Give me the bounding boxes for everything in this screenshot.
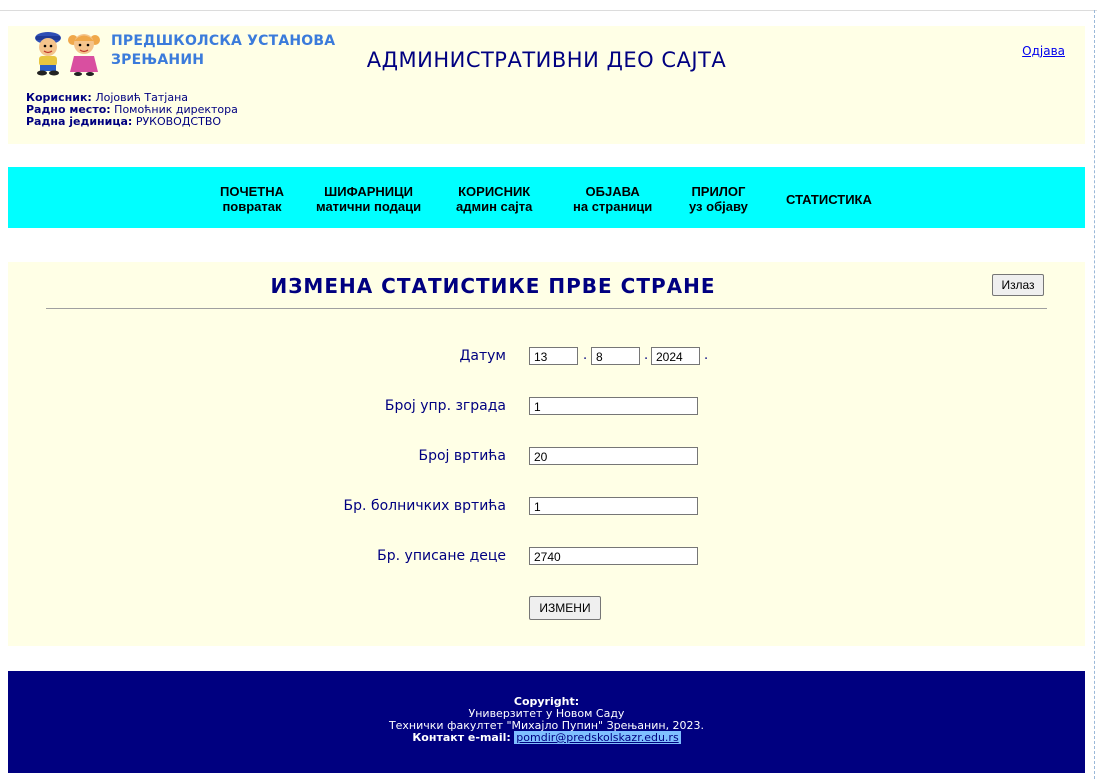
nav-item-post[interactable]: ОБЈАВА на страници bbox=[573, 184, 652, 214]
nav-item-subtitle: повратак bbox=[222, 199, 282, 214]
date-year-input[interactable]: 2024 bbox=[651, 347, 700, 365]
nav-item-statistics[interactable]: СТАТИСТИКА bbox=[786, 192, 872, 207]
nav-item-user[interactable]: КОРИСНИК админ сајта bbox=[456, 184, 532, 214]
footer-content: Copyright: Универзитет у Новом Саду Техн… bbox=[8, 696, 1085, 744]
title-divider bbox=[46, 308, 1047, 309]
nav-item-subtitle: админ сајта bbox=[456, 199, 533, 214]
date-month-input[interactable]: 8 bbox=[591, 347, 640, 365]
unit-row: Радна јединица: РУКОВОДСТВО bbox=[26, 116, 238, 128]
date-day-input[interactable]: 13 bbox=[529, 347, 578, 365]
kindergartens-input[interactable]: 20 bbox=[529, 447, 698, 465]
nav-item-title: ОБЈАВА bbox=[585, 184, 640, 199]
buildings-label: Број упр. зграда bbox=[384, 398, 506, 414]
nav-item-title: ПРИЛОГ bbox=[691, 184, 746, 199]
nav-item-subtitle: на страници bbox=[573, 199, 653, 214]
main-nav: ПОЧЕТНА повратак ШИФАРНИЦИ матични подац… bbox=[8, 167, 1085, 228]
nav-item-home[interactable]: ПОЧЕТНА повратак bbox=[220, 184, 284, 214]
kindergartens-label: Број вртића bbox=[418, 448, 507, 464]
buildings-input[interactable]: 1 bbox=[529, 397, 698, 415]
site-title: АДМИНИСТРАТИВНИ ДЕО САЈТА bbox=[366, 48, 727, 72]
enrolled-children-label: Бр. уписане деце bbox=[377, 548, 506, 564]
nav-item-title: КОРИСНИК bbox=[458, 184, 531, 199]
enrolled-children-input[interactable]: 2740 bbox=[529, 547, 698, 565]
nav-item-attachment[interactable]: ПРИЛОГ уз објаву bbox=[689, 184, 748, 214]
user-info: Корисник: Лојовић Татјана Радно место: П… bbox=[26, 92, 238, 128]
exit-button[interactable]: Излаз bbox=[992, 274, 1044, 296]
nav-item-codebooks[interactable]: ШИФАРНИЦИ матични подаци bbox=[316, 184, 421, 214]
nav-item-subtitle: матични подаци bbox=[316, 199, 422, 214]
page-edge bbox=[1094, 10, 1095, 779]
date-separator: . bbox=[704, 348, 709, 363]
unit-value: РУКОВОДСТВО bbox=[135, 115, 222, 128]
page-title: ИЗМЕНА СТАТИСТИКЕ ПРВЕ СТРАНЕ bbox=[270, 274, 716, 298]
footer-contact-label: Контакт e-mail: bbox=[412, 731, 511, 744]
hospital-kindergartens-label: Бр. болничких вртића bbox=[343, 498, 506, 514]
footer: Copyright: Универзитет у Новом Саду Техн… bbox=[8, 671, 1085, 773]
footer-contact: Контакт e-mail: pomdir@predskolskazr.edu… bbox=[8, 731, 1085, 744]
submit-button[interactable]: ИЗМЕНИ bbox=[529, 596, 601, 620]
header: ПРЕДШКОЛСКА УСТАНОВА ЗРЕЊАНИН АДМИНИСТРА… bbox=[8, 26, 1085, 144]
nav-item-title: ШИФАРНИЦИ bbox=[324, 184, 413, 199]
nav-item-subtitle: уз објаву bbox=[689, 199, 748, 214]
hospital-kindergartens-input[interactable]: 1 bbox=[529, 497, 698, 515]
date-label: Датум bbox=[459, 348, 506, 364]
top-rule bbox=[0, 10, 1097, 11]
nav-item-title: СТАТИСТИКА bbox=[786, 192, 872, 207]
unit-label: Радна јединица: bbox=[26, 115, 133, 128]
nav-item-title: ПОЧЕТНА bbox=[220, 184, 284, 199]
footer-email-link[interactable]: pomdir@predskolskazr.edu.rs bbox=[514, 731, 681, 744]
date-separator: . bbox=[583, 348, 588, 363]
date-separator: . bbox=[644, 348, 649, 363]
logout-link[interactable]: Одјава bbox=[1022, 44, 1065, 58]
main-panel: ИЗМЕНА СТАТИСТИКЕ ПРВЕ СТРАНЕ Излаз Дату… bbox=[8, 262, 1085, 646]
